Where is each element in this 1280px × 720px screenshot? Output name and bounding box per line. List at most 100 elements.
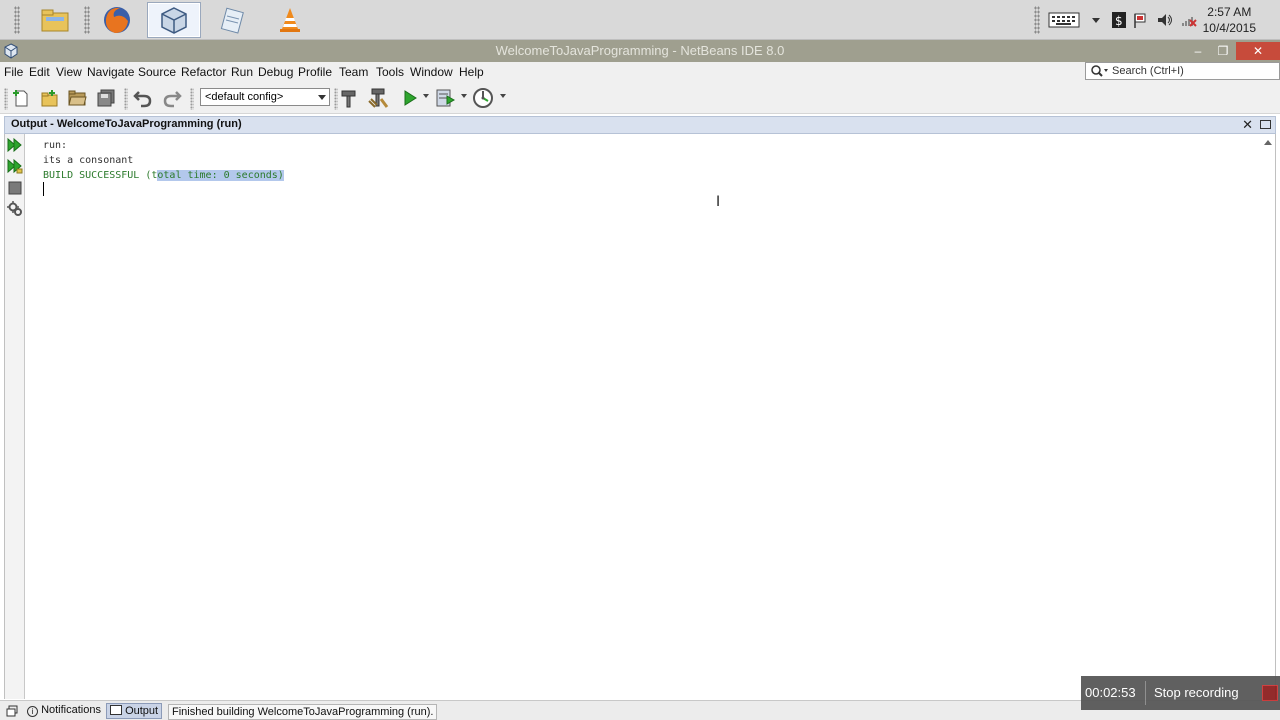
output-panel: run: its a consonant BUILD SUCCESSFUL (t… — [4, 134, 1276, 699]
menu-refactor[interactable]: Refactor — [181, 65, 226, 79]
tray-grip — [1034, 6, 1040, 34]
stop-button[interactable] — [7, 180, 23, 196]
clean-build-button[interactable] — [365, 86, 391, 110]
gear-icon — [7, 201, 22, 216]
output-panel-header[interactable]: Output - WelcomeToJavaProgramming (run) … — [4, 116, 1276, 134]
vlc-taskbar-button[interactable] — [263, 2, 317, 38]
undo-button[interactable] — [130, 86, 156, 110]
rerun-button[interactable] — [7, 137, 23, 153]
clock-time: 2:57 AM — [1207, 5, 1252, 19]
stop-recording-button[interactable]: Stop recording — [1154, 685, 1239, 700]
configuration-selected-value: <default config> — [205, 91, 284, 103]
menu-debug[interactable]: Debug — [258, 65, 293, 79]
status-message: Finished building WelcomeToJavaProgrammi… — [168, 704, 438, 720]
close-button[interactable]: ✕ — [1236, 42, 1280, 60]
redo-button[interactable] — [159, 86, 185, 110]
clock-date: 10/4/2015 — [1202, 21, 1256, 35]
recording-elapsed-time: 00:02:53 — [1085, 685, 1136, 700]
build-project-button[interactable] — [336, 86, 362, 110]
menu-edit[interactable]: Edit — [29, 65, 50, 79]
settings-button[interactable] — [7, 201, 23, 217]
search-input[interactable]: Search (Ctrl+I) — [1085, 62, 1280, 80]
restore-windows-icon[interactable] — [6, 705, 18, 717]
minimize-icon: – — [1194, 44, 1202, 58]
save-all-icon — [97, 89, 115, 107]
ibeam-cursor-icon: I — [716, 194, 721, 210]
stop-icon — [8, 181, 22, 195]
window-titlebar: WelcomeToJavaProgramming - NetBeans IDE … — [0, 40, 1280, 62]
scroll-up-arrow-icon[interactable] — [1264, 140, 1272, 145]
save-all-button[interactable] — [93, 86, 119, 110]
new-file-button[interactable] — [8, 86, 34, 110]
rerun-icon — [7, 137, 22, 153]
menu-team[interactable]: Team — [339, 65, 368, 79]
netbeans-cube-icon — [161, 7, 187, 34]
firefox-taskbar-button[interactable] — [90, 2, 144, 38]
restore-icon: ❐ — [1217, 44, 1229, 58]
menu-file[interactable]: File — [4, 65, 23, 79]
file-explorer-taskbar-button[interactable] — [28, 2, 82, 38]
debug-dropdown-chevron-icon[interactable] — [461, 94, 467, 98]
menu-navigate[interactable]: Navigate — [87, 65, 134, 79]
taskbar-grip — [14, 6, 20, 34]
menu-run[interactable]: Run — [231, 65, 253, 79]
minimize-button[interactable]: – — [1188, 42, 1208, 60]
taskbar: $ 2:57 AM 10/4/2015 — [0, 0, 1280, 40]
debug-project-button[interactable] — [432, 86, 458, 110]
chevron-down-icon — [318, 95, 326, 100]
volume-icon[interactable] — [1156, 0, 1174, 40]
toolbar-separator — [190, 88, 194, 110]
profile-gauge-icon — [473, 88, 493, 108]
close-output-panel-icon[interactable]: ✕ — [1242, 117, 1253, 133]
new-project-icon — [41, 90, 58, 107]
output-tab[interactable]: Output — [106, 703, 163, 719]
run-dropdown-chevron-icon[interactable] — [423, 94, 429, 98]
notepad-icon — [220, 7, 244, 34]
recorder-divider — [1145, 681, 1146, 705]
menu-help[interactable]: Help — [459, 65, 484, 79]
new-project-button[interactable] — [36, 86, 62, 110]
output-side-toolbar — [5, 134, 25, 699]
profile-project-button[interactable] — [470, 86, 496, 110]
output-tab-icon — [110, 705, 122, 715]
folder-icon — [41, 9, 69, 32]
menu-source[interactable]: Source — [138, 65, 176, 79]
window-title: WelcomeToJavaProgramming - NetBeans IDE … — [495, 43, 785, 58]
restore-button[interactable]: ❐ — [1213, 42, 1233, 60]
show-hidden-icons-chevron-icon[interactable] — [1091, 0, 1101, 40]
new-file-icon — [13, 90, 28, 107]
output-tab-label: Output — [125, 705, 159, 717]
selected-text: otal time: 0 seconds) — [157, 170, 284, 181]
network-icon[interactable] — [1180, 0, 1198, 40]
menu-profile[interactable]: Profile — [298, 65, 332, 79]
configuration-select[interactable]: <default config> — [200, 88, 330, 106]
open-project-icon — [68, 90, 87, 106]
console-output[interactable]: run: its a consonant BUILD SUCCESSFUL (t… — [43, 138, 284, 183]
record-stop-icon[interactable] — [1262, 685, 1278, 701]
run-project-button[interactable] — [396, 86, 422, 110]
open-project-button[interactable] — [64, 86, 90, 110]
build-status-text: BUILD SUCCESSFUL (t — [43, 170, 158, 181]
maximize-output-panel-icon[interactable] — [1260, 120, 1271, 129]
netbeans-taskbar-button[interactable] — [147, 2, 201, 38]
menu-view[interactable]: View — [56, 65, 82, 79]
close-icon: ✕ — [1252, 44, 1264, 58]
app-tray-icon[interactable]: $ — [1111, 0, 1127, 40]
notifications-tab-label: Notifications — [41, 704, 101, 716]
notepad-taskbar-button[interactable] — [205, 2, 259, 38]
flag-tray-icon[interactable] — [1133, 0, 1149, 40]
menu-tools[interactable]: Tools — [376, 65, 404, 79]
rerun-with-options-button[interactable] — [7, 158, 23, 174]
clock[interactable]: 2:57 AM 10/4/2015 — [1203, 4, 1256, 36]
clean-build-icon — [368, 88, 389, 108]
text-caret — [43, 182, 44, 196]
menu-window[interactable]: Window — [410, 65, 453, 79]
profile-dropdown-chevron-icon[interactable] — [500, 94, 506, 98]
keyboard-icon[interactable] — [1048, 0, 1080, 40]
firefox-icon — [104, 7, 130, 33]
vertical-scrollbar[interactable] — [1261, 134, 1275, 699]
hammer-icon — [341, 90, 356, 108]
console-line-result: its a consonant — [43, 155, 134, 166]
debug-icon — [436, 89, 456, 107]
notifications-tab[interactable]: i Notifications — [24, 703, 104, 719]
